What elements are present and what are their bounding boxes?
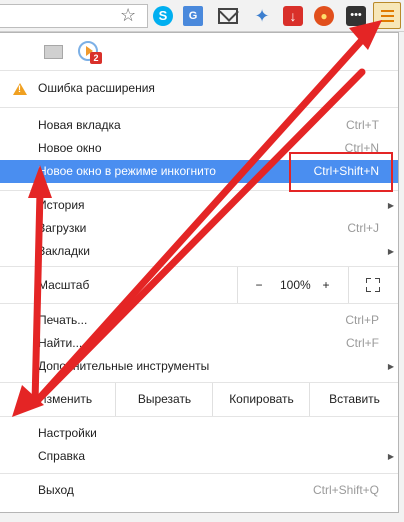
badge-icon: 2 [90,52,102,64]
dots-extension-icon[interactable]: ••• [346,6,366,26]
highlight-box [289,152,393,192]
menu-item-label: Новое окно [38,141,102,155]
skype-extension-icon[interactable]: S [153,6,173,26]
menu-item-label: Закладки [38,244,90,258]
shortcut-label: Ctrl+P [345,313,379,327]
menu-item-label: Новое окно в режиме инкогнито [38,164,216,178]
menu-item-label: Выход [38,483,74,497]
menu-item-label: Печать... [38,313,88,327]
translate-extension-icon[interactable]: G [183,6,203,26]
zoom-in-button[interactable]: + [304,267,349,303]
browser-toolbar: ☆ S G ✦ ↓ ● ••• [0,0,404,32]
zoom-out-button[interactable]: − [237,267,280,303]
menu-item-label: История [38,198,85,212]
cut-button[interactable]: Вырезать [115,383,213,416]
paste-button[interactable]: Вставить [309,383,399,416]
hamburger-icon [381,10,394,12]
menu-zoom-row: Масштаб − 100% + [0,267,398,303]
submenu-arrow-icon: ▶ [387,452,394,461]
menu-item-help[interactable]: Справка ▶ [0,445,398,468]
submenu-arrow-icon: ▶ [387,247,394,256]
menu-item-extension-error[interactable]: ! Ошибка расширения [0,77,398,100]
menu-item-downloads[interactable]: Загрузки Ctrl+J [0,217,398,240]
shortcut-label: Ctrl+F [346,336,379,350]
menu-separator [0,303,398,304]
shortcut-label: Ctrl+Shift+Q [312,483,379,497]
menu-item-more-tools[interactable]: Дополнительные инструменты ▶ [0,355,398,378]
menu-item-print[interactable]: Печать... Ctrl+P [0,309,398,332]
menu-item-label: Найти... [38,336,83,350]
submenu-arrow-icon: ▶ [387,362,394,371]
zoom-value: 100% [280,278,311,292]
menu-separator [0,416,398,417]
menu-edit-row: Изменить Вырезать Копировать Вставить [0,383,398,416]
zoom-label: Масштаб [38,278,90,292]
fullscreen-icon[interactable] [366,278,380,292]
menu-item-label: Загрузки [38,221,87,235]
fire-extension-icon[interactable]: ● [314,6,334,26]
shortcut-label: Ctrl+J [347,221,379,235]
chrome-menu-button[interactable] [373,2,401,29]
download-extension-icon[interactable]: ↓ [283,6,303,26]
mail-extension-icon[interactable] [218,8,238,24]
menu-separator [0,70,398,71]
menu-separator [0,473,398,474]
submenu-arrow-icon: ▶ [387,201,394,210]
copy-button[interactable]: Копировать [212,383,310,416]
menu-item-bookmarks[interactable]: Закладки ▶ [0,240,398,263]
menu-item-label: Настройки [38,426,97,440]
satellite-extension-icon[interactable]: ✦ [252,6,272,26]
chrome-main-menu: 2 ! Ошибка расширения Новая вкладка Ctrl… [0,32,399,513]
menu-item-label: Ошибка расширения [38,81,155,95]
menu-separator [0,107,398,108]
menu-item-history[interactable]: История ▶ [0,194,398,217]
menu-item-exit[interactable]: Выход Ctrl+Shift+Q [0,479,398,502]
bookmark-star-icon[interactable]: ☆ [120,5,136,25]
menu-item-label: Дополнительные инструменты [38,359,210,373]
menu-item-label: Справка [38,449,86,463]
edit-label: Изменить [38,392,93,406]
menu-item-find[interactable]: Найти... Ctrl+F [0,332,398,355]
menu-item-settings[interactable]: Настройки [0,422,398,445]
shortcut-label: Ctrl+T [346,118,379,132]
menu-item-new-tab[interactable]: Новая вкладка Ctrl+T [0,114,398,137]
menu-item-label: Новая вкладка [38,118,121,132]
folder-icon[interactable] [44,45,63,59]
